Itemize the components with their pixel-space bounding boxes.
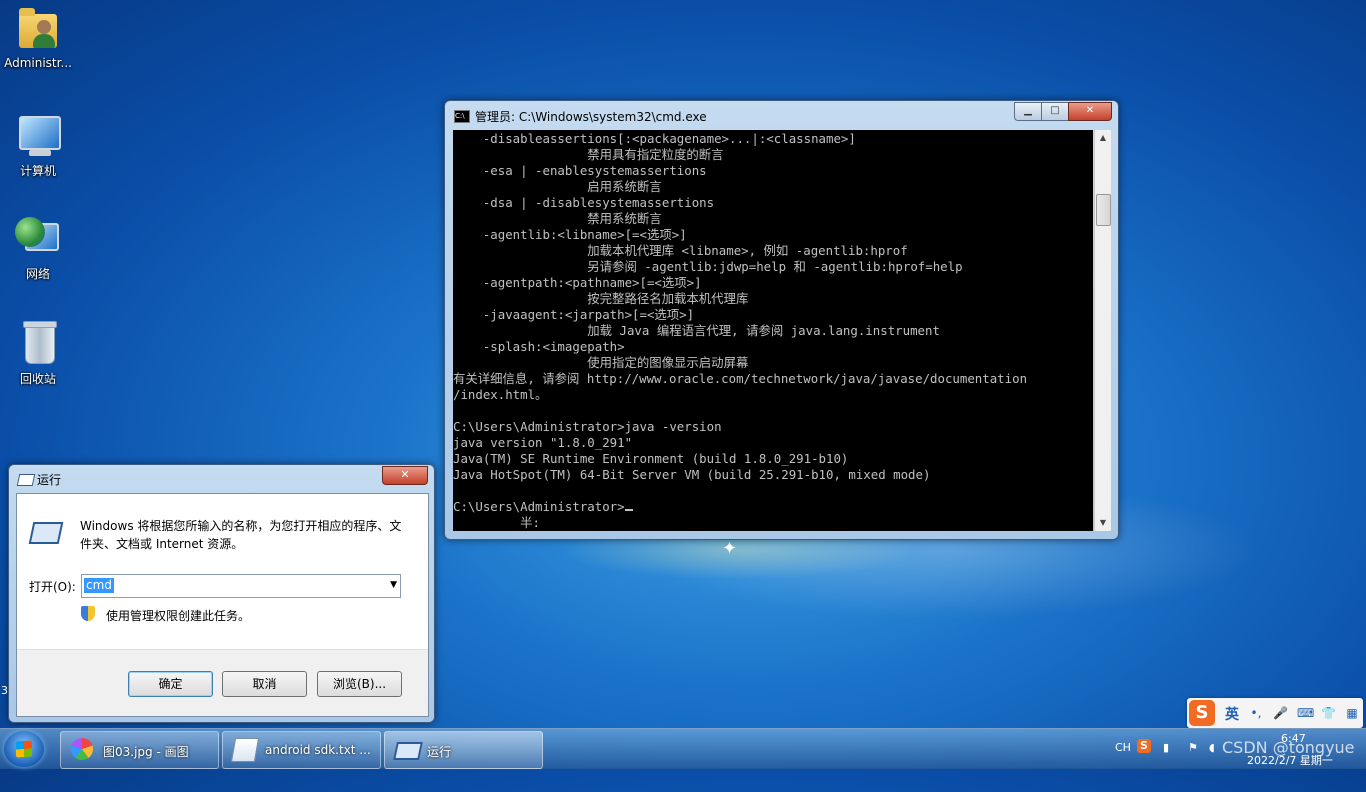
desktop-icon-label: 回收站	[19, 372, 56, 386]
scroll-down-arrow-icon[interactable]: ▼	[1095, 515, 1111, 531]
ime-toolbar[interactable]: S 英 •, 🎤 ⌨ 👕 ▦	[1187, 698, 1363, 728]
desktop-icon-label: Administr...	[4, 56, 72, 70]
desktop-icon-recycle-bin[interactable]: 回收站	[0, 320, 76, 387]
computer-icon	[15, 112, 61, 158]
run-icon	[393, 742, 423, 760]
console-output[interactable]: -disableassertions[:<packagename>...|:<c…	[453, 130, 1093, 531]
language-indicator[interactable]: CH	[1115, 741, 1131, 781]
cmd-titlebar[interactable]: C:\ 管理员: C:\Windows\system32\cmd.exe ▁ □…	[445, 101, 1118, 129]
run-close-button[interactable]: ✕	[382, 466, 428, 485]
scroll-up-arrow-icon[interactable]: ▲	[1095, 130, 1111, 146]
taskbar-item-paint[interactable]: 图03.jpg - 画图	[60, 731, 219, 769]
open-label: 打开(O):	[29, 580, 76, 594]
wallpaper-sparkle: ✦	[722, 538, 738, 559]
keyboard-icon[interactable]: ⌨	[1297, 706, 1314, 720]
console-cursor	[624, 509, 633, 511]
cancel-button[interactable]: 取消	[222, 671, 307, 697]
taskbar-item-label: android sdk.txt ...	[265, 743, 371, 757]
network-icon	[15, 215, 61, 261]
cmd-title: 管理员: C:\Windows\system32\cmd.exe	[475, 110, 707, 124]
stray-text: 3	[1, 684, 8, 697]
ok-button[interactable]: 确定	[128, 671, 213, 697]
microphone-icon[interactable]: 🎤	[1273, 706, 1288, 720]
run-dialog-title: 运行	[37, 473, 62, 487]
desktop-icon-administrator[interactable]: Administr...	[0, 6, 76, 70]
user-folder-icon	[15, 6, 61, 52]
open-combobox[interactable]: cmd ▼	[81, 574, 401, 598]
taskbar-item-notepad[interactable]: android sdk.txt ...	[222, 731, 381, 769]
desktop-icon-network[interactable]: 网络	[0, 215, 76, 282]
desktop-icon-label: 计算机	[19, 164, 56, 178]
browse-button[interactable]: 浏览(B)...	[317, 671, 402, 697]
console-scrollbar[interactable]: ▲ ▼	[1094, 130, 1111, 531]
chevron-down-icon[interactable]: ▼	[390, 580, 397, 590]
volume-icon[interactable]: ◖	[1209, 741, 1215, 781]
maximize-button[interactable]: □	[1041, 102, 1069, 121]
taskbar-item-label: 运行	[427, 745, 452, 759]
skin-icon[interactable]: 👕	[1321, 706, 1336, 720]
open-input-value[interactable]: cmd	[84, 578, 114, 593]
ime-mode[interactable]: 英	[1225, 704, 1239, 724]
cmd-icon: C:\	[454, 110, 470, 123]
desktop-icon-computer[interactable]: 计算机	[0, 112, 76, 179]
network-tray-icon[interactable]: ▮	[1163, 741, 1169, 781]
run-icon	[16, 474, 36, 486]
sogou-tray-icon[interactable]: S	[1137, 739, 1151, 753]
csdn-watermark: CSDN @tongyue	[1222, 738, 1355, 757]
run-description: Windows 将根据您所输入的名称，为您打开相应的程序、文件夹、文档或 Int…	[80, 519, 402, 551]
close-button[interactable]: ✕	[1068, 102, 1112, 121]
sogou-logo-icon[interactable]: S	[1189, 700, 1215, 726]
punctuation-icon[interactable]: •,	[1249, 706, 1263, 720]
admin-privilege-text: 使用管理权限创建此任务。	[106, 609, 251, 623]
flag-tray-icon[interactable]: ⚑	[1188, 741, 1198, 781]
uac-shield-icon	[81, 606, 95, 621]
run-dialog[interactable]: 运行 ✕ Windows 将根据您所输入的名称，为您打开相应的程序、文件夹、文档…	[8, 464, 435, 723]
start-button[interactable]	[4, 731, 44, 767]
cmd-window[interactable]: C:\ 管理员: C:\Windows\system32\cmd.exe ▁ □…	[444, 100, 1119, 540]
taskbar-item-run[interactable]: 运行	[384, 731, 543, 769]
run-program-icon	[28, 522, 64, 544]
console-text: -disableassertions[:<packagename>...|:<c…	[453, 131, 1028, 530]
minimize-button[interactable]: ▁	[1014, 102, 1042, 121]
notepad-icon	[230, 738, 260, 762]
windows-logo-icon	[16, 740, 32, 758]
scroll-thumb[interactable]	[1096, 194, 1111, 226]
desktop-icon-label: 网络	[25, 267, 50, 281]
toolbox-icon[interactable]: ▦	[1345, 706, 1359, 720]
taskbar-item-label: 图03.jpg - 画图	[103, 745, 189, 759]
recycle-bin-icon	[15, 320, 61, 366]
taskbar: 图03.jpg - 画图 android sdk.txt ... 运行 CH S…	[0, 728, 1366, 769]
paint-icon	[71, 738, 93, 760]
